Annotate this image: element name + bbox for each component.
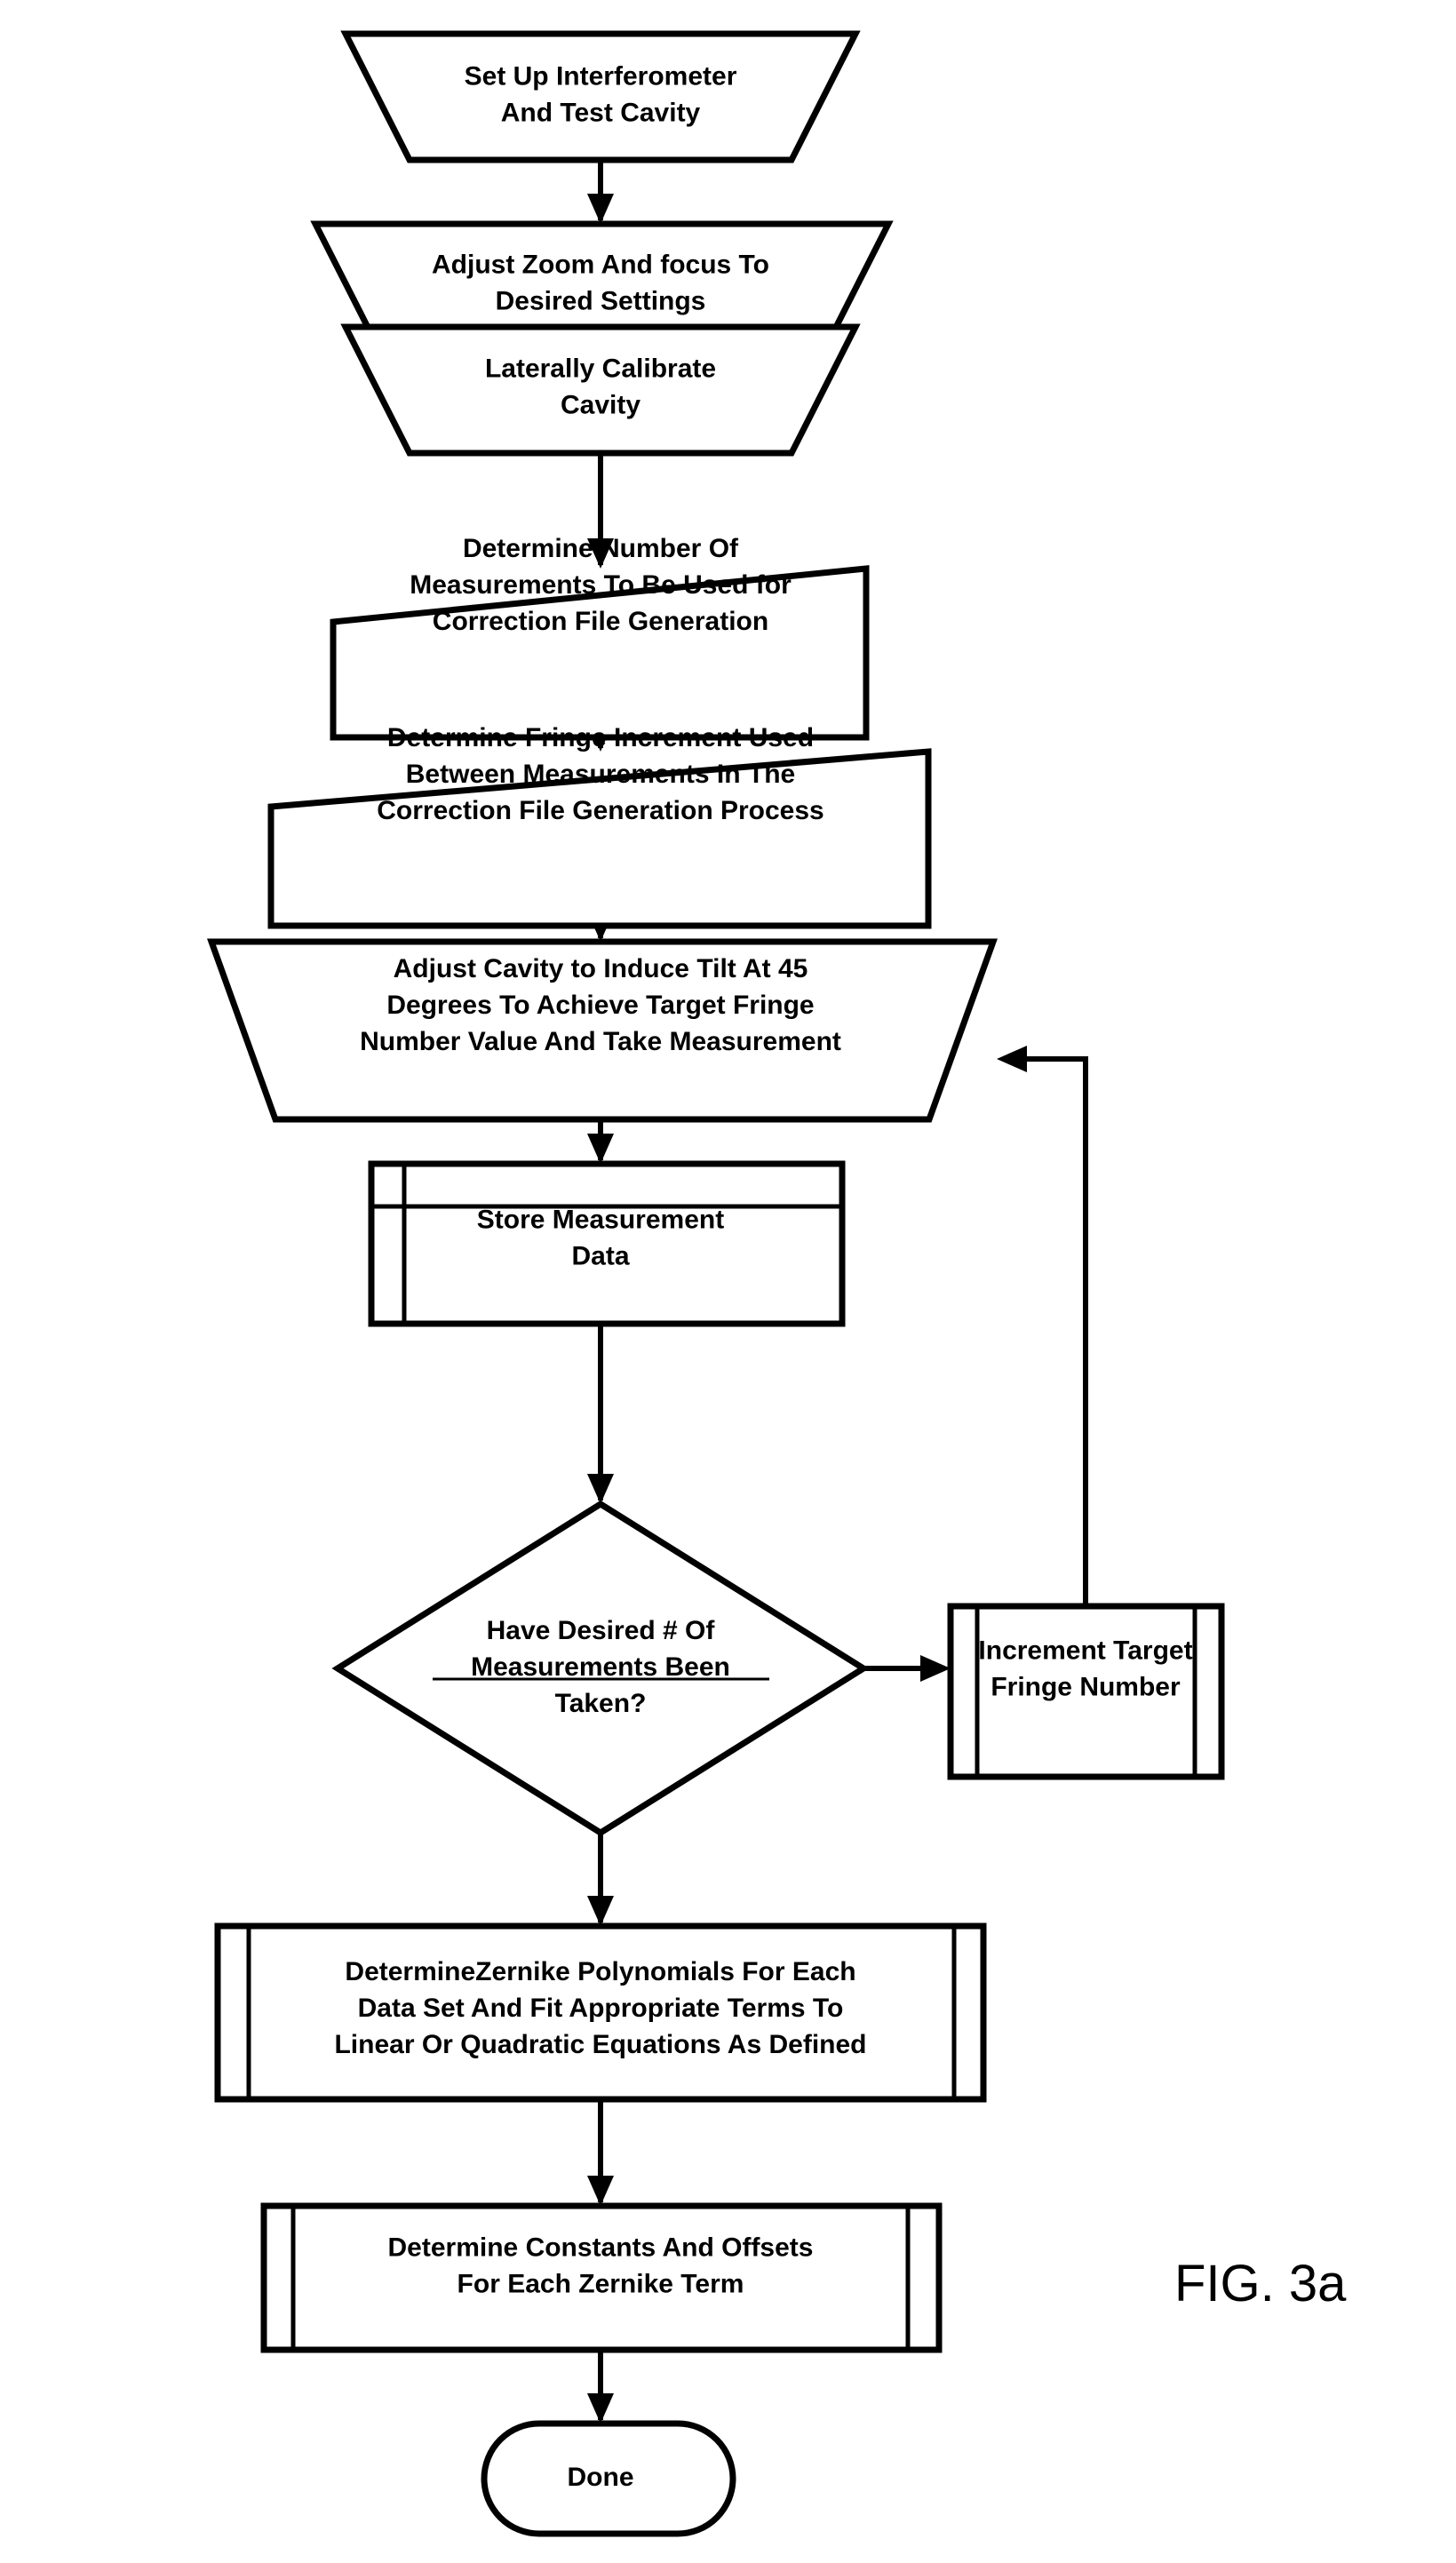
node-text-line: Desired Settings bbox=[496, 286, 706, 315]
node-text-line: Set Up Interferometer bbox=[465, 61, 737, 91]
connector-increment-loop-back bbox=[997, 1046, 1088, 1606]
node-text-line: Determine Constants And Offsets bbox=[388, 2233, 814, 2262]
arrowhead-icon bbox=[997, 1046, 1027, 1072]
arrowhead-icon bbox=[587, 1134, 614, 1164]
arrowhead-icon bbox=[587, 194, 614, 224]
connector-adjust-cavity-to-store bbox=[587, 1119, 614, 1164]
node-text-line: Determine Fringe Increment Used bbox=[387, 723, 814, 752]
setup-interferometer-step: Set Up Interferometer And Test Cavity bbox=[340, 30, 861, 163]
desired-measurements-decision: Have Desired # Of Measurements Been Taken? bbox=[331, 1500, 870, 1837]
node-text-line: Have Desired # Of bbox=[487, 1616, 716, 1645]
labels-layer: FIG. 3a bbox=[1174, 2255, 1347, 2312]
node-text-line: Data Set And Fit Appropriate Terms To bbox=[358, 1994, 844, 2023]
node-text-line: Store Measurement bbox=[477, 1205, 724, 1234]
laterally-calibrate-cavity-step: Laterally Calibrate Cavity bbox=[340, 323, 861, 457]
node-text-line: Data bbox=[571, 1241, 629, 1270]
node-text-line: Laterally Calibrate bbox=[485, 354, 716, 383]
node-text-line: For Each Zernike Term bbox=[457, 2269, 744, 2298]
arrowhead-icon bbox=[920, 1655, 951, 1682]
node-text-line: Cavity bbox=[561, 390, 640, 419]
node-text-line: Correction File Generation Process bbox=[377, 796, 823, 825]
determine-zernike-polynomials-step: DetermineZernike Polynomials For Each Dat… bbox=[214, 1922, 987, 2103]
node-text-line: DetermineZernike Polynomials For Each bbox=[345, 1957, 855, 1986]
determine-fringe-increment-step: Determine Fringe Increment Used Between M… bbox=[267, 723, 932, 929]
node-text-line: Degrees To Achieve Target Fringe bbox=[386, 991, 814, 1020]
node-text-line: Adjust Cavity to Induce Tilt At 45 bbox=[394, 954, 808, 983]
node-text-line: Taken? bbox=[555, 1689, 647, 1718]
done-terminator: Done bbox=[481, 2420, 736, 2537]
node-text-line: Measurements Been bbox=[471, 1652, 730, 1682]
node-text-line: Correction File Generation bbox=[433, 607, 768, 636]
arrowhead-icon bbox=[587, 2393, 614, 2424]
node-text-line: Between Measurements In The bbox=[406, 760, 795, 789]
node-text-line: Increment Target bbox=[978, 1636, 1192, 1665]
arrowhead-icon bbox=[587, 2176, 614, 2206]
adjust-cavity-tilt-step: Adjust Cavity to Induce Tilt At 45 Degree… bbox=[207, 938, 998, 1123]
node-text-line: Number Value And Take Measurement bbox=[360, 1027, 841, 1056]
increment-target-fringe-number-step: Increment Target Fringe Number bbox=[947, 1603, 1225, 1780]
connector-decision-to-zernike bbox=[587, 1833, 614, 1926]
flowchart-diagram: Set Up Interferometer And Test Cavity Adju… bbox=[0, 0, 1456, 2563]
node-text-line: Linear Or Quadratic Equations As Defined bbox=[334, 2030, 866, 2059]
node-text-line: Determine Number Of bbox=[463, 534, 739, 563]
determine-constants-offsets-step: Determine Constants And Offsets For Each … bbox=[260, 2202, 943, 2353]
node-text-line: Adjust Zoom And focus To bbox=[432, 250, 769, 279]
node-text-line: Fringe Number bbox=[991, 1672, 1181, 1701]
arrowhead-icon bbox=[587, 1896, 614, 1926]
arrowhead-icon bbox=[587, 1474, 614, 1504]
node-text-line: Measurements To Be Used for bbox=[410, 570, 792, 600]
connector-constants-to-done bbox=[587, 2350, 614, 2424]
connector-decision-yes-to-increment bbox=[863, 1655, 951, 1682]
connector-store-to-decision bbox=[587, 1324, 614, 1504]
node-text-line: And Test Cavity bbox=[501, 98, 701, 127]
store-measurement-data-step: Store Measurement Data bbox=[368, 1160, 846, 1327]
connector-zernike-to-constants bbox=[587, 2099, 614, 2206]
figure-label: FIG. 3a bbox=[1174, 2255, 1347, 2312]
connector-setup-to-adjust-zoom bbox=[587, 160, 614, 224]
flowchart-canvas: Set Up Interferometer And Test Cavity Adju… bbox=[207, 30, 1347, 2537]
node-text-line: Done bbox=[568, 2463, 634, 2492]
shapes-layer: Set Up Interferometer And Test Cavity Adju… bbox=[207, 30, 1225, 2537]
